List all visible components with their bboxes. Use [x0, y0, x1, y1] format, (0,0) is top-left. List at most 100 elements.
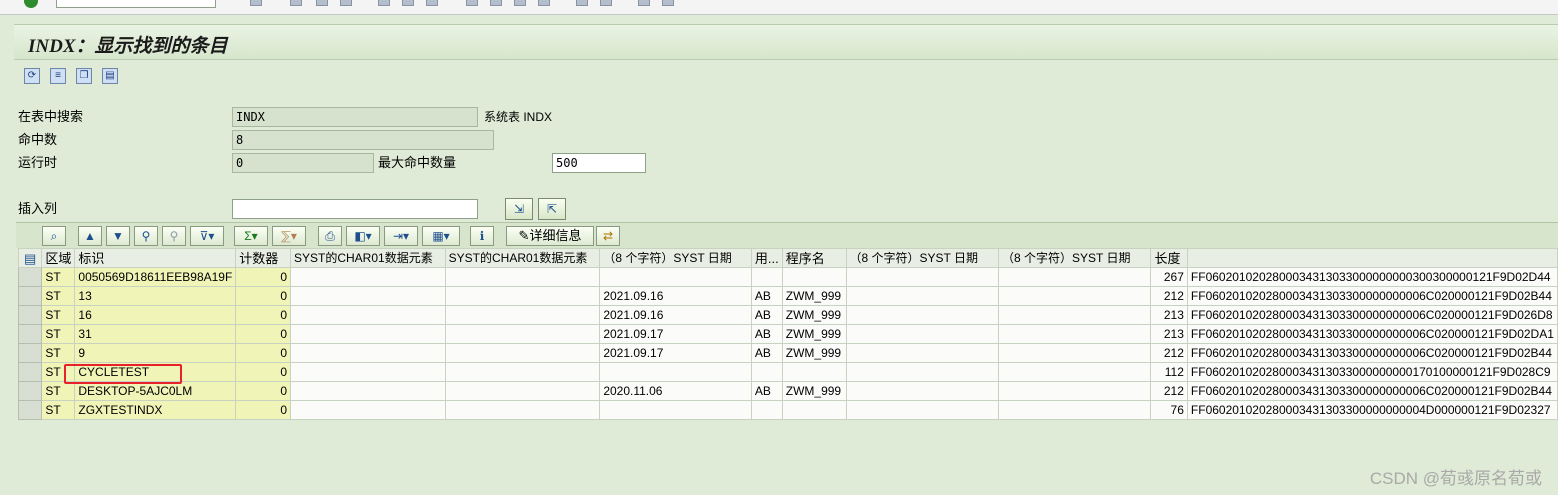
column-header[interactable]: 长度	[1150, 248, 1188, 268]
cell-length: 212	[1150, 343, 1188, 363]
cell-date: 2020.11.06	[599, 381, 752, 401]
cell-program	[781, 400, 847, 420]
row-selector[interactable]	[17, 343, 43, 363]
row-selector[interactable]	[17, 305, 43, 325]
cell-char01-a	[290, 267, 446, 287]
row-selector[interactable]	[17, 381, 43, 401]
prev-page-icon[interactable]	[490, 0, 502, 6]
cell-date-3	[997, 400, 1152, 420]
column-header[interactable]	[1186, 248, 1558, 268]
layout-icon[interactable]	[662, 0, 674, 6]
remove-column-button[interactable]: ⇱	[538, 198, 566, 220]
select-all-icon[interactable]: ▤	[17, 248, 43, 268]
cell-program: ZWM_999	[781, 381, 847, 401]
alv-toolbar: ⌕ ▲ ▼ ⚲ ⚲ ⊽▾ Σ▾ ⅀▾ ⎙ ◧▾ ⇥▾ ▦▾ ℹ ✎详细信息 ⇄	[16, 222, 1558, 248]
find-icon[interactable]	[402, 0, 414, 6]
cell-char01-b	[444, 324, 601, 344]
column-header[interactable]: 用...	[750, 248, 783, 268]
command-field[interactable]	[56, 0, 216, 8]
help-icon[interactable]	[638, 0, 650, 6]
subtotal-dropdown-icon[interactable]: ⅀▾	[272, 226, 306, 246]
cell-data: FF060201020280003431303300000000006C0200…	[1186, 324, 1558, 344]
print-icon[interactable]	[378, 0, 390, 6]
watermark: CSDN @荀彧原名荀或	[1369, 469, 1542, 488]
refresh-icon[interactable]: ⟳	[24, 68, 40, 84]
row-selector[interactable]	[17, 362, 43, 382]
cell-char01-b	[444, 362, 601, 382]
print-icon[interactable]: ⎙	[318, 226, 342, 246]
table-row[interactable]: ST 16 0 2021.09.16 AB ZWM_999 213 FF0602…	[17, 305, 1558, 325]
row-selector[interactable]	[17, 324, 43, 344]
cancel-icon[interactable]	[340, 0, 352, 6]
insert-column-input[interactable]	[232, 199, 478, 219]
export-dropdown-icon[interactable]: ⇥▾	[384, 226, 418, 246]
filter-icon[interactable]: ≡	[50, 68, 66, 84]
sort-ascending-icon[interactable]: ▲	[78, 226, 102, 246]
max-hits-input[interactable]: 500	[552, 153, 646, 173]
new-session-icon[interactable]	[576, 0, 588, 6]
table-row[interactable]: ST 9 0 2021.09.17 AB ZWM_999 212 FF06020…	[17, 343, 1558, 363]
cell-date: 2021.09.16	[599, 286, 752, 306]
row-selector[interactable]	[17, 286, 43, 306]
cell-user: AB	[750, 305, 783, 325]
cell-program	[781, 362, 847, 382]
find-next-icon[interactable]	[426, 0, 438, 6]
cell-date: 2021.09.17	[599, 343, 752, 363]
exit-icon[interactable]	[316, 0, 328, 6]
column-header[interactable]: SYST的CHAR01数据元素	[290, 248, 446, 268]
column-header[interactable]: SYST的CHAR01数据元素	[444, 248, 601, 268]
cell-user: AB	[750, 343, 783, 363]
table-row[interactable]: ST 0050569D18611EEB98A19F 0 267 FF060201…	[17, 267, 1558, 287]
table-row[interactable]: ST 13 0 2021.09.16 AB ZWM_999 212 FF0602…	[17, 286, 1558, 306]
table-row[interactable]: ST DESKTOP-5AJC0LM 0 2020.11.06 AB ZWM_9…	[17, 381, 1558, 401]
first-page-icon[interactable]	[466, 0, 478, 6]
filter-dropdown-icon[interactable]: ⊽▾	[190, 226, 224, 246]
info-icon[interactable]: ℹ	[470, 226, 494, 246]
table-row[interactable]: ST 31 0 2021.09.17 AB ZWM_999 213 FF0602…	[17, 324, 1558, 344]
cell-id: 9	[74, 343, 237, 363]
table-row[interactable]: ST CYCLETEST 0 112 FF0602010202800034313…	[17, 362, 1558, 382]
save-icon[interactable]	[250, 0, 262, 6]
column-header[interactable]: 区域	[41, 248, 76, 268]
cell-date-3	[997, 343, 1152, 363]
layout-dropdown-icon[interactable]: ▦▾	[422, 226, 460, 246]
back-icon[interactable]	[290, 0, 302, 6]
enter-icon[interactable]	[24, 0, 38, 8]
column-header[interactable]: 程序名	[781, 248, 847, 268]
column-header[interactable]: （8 个字符）SYST 日期	[997, 248, 1152, 268]
cell-date: 2021.09.17	[599, 324, 752, 344]
column-header[interactable]: （8 个字符）SYST 日期	[599, 248, 752, 268]
cell-char01-a	[290, 362, 446, 382]
next-page-icon[interactable]	[514, 0, 526, 6]
column-header[interactable]: 计数器	[235, 248, 291, 268]
cell-id: 31	[74, 324, 237, 344]
cell-id: 16	[74, 305, 237, 325]
cell-area: ST	[41, 400, 76, 420]
sum-dropdown-icon[interactable]: Σ▾	[234, 226, 268, 246]
column-header[interactable]: 标识	[74, 248, 237, 268]
cell-date-2	[845, 324, 999, 344]
find-icon[interactable]: ⚲	[134, 226, 158, 246]
cell-user: AB	[750, 286, 783, 306]
cell-char01-b	[444, 400, 601, 420]
details-button-label: 详细信息	[529, 228, 582, 243]
shortcut-icon[interactable]	[600, 0, 612, 6]
views-dropdown-icon[interactable]: ◧▾	[346, 226, 380, 246]
row-selector[interactable]	[17, 267, 43, 287]
where-used-icon[interactable]: ⇄	[596, 226, 620, 246]
find-next-icon[interactable]: ⚲	[162, 226, 186, 246]
column-header[interactable]: （8 个字符）SYST 日期	[845, 248, 999, 268]
insert-column-button[interactable]: ⇲	[505, 198, 533, 220]
row-selector[interactable]	[17, 400, 43, 420]
cell-data: FF060201020280003431303300000000006C0200…	[1186, 305, 1558, 325]
details-view-icon[interactable]: ⌕	[42, 226, 66, 246]
last-page-icon[interactable]	[538, 0, 550, 6]
cell-counter: 0	[235, 381, 291, 401]
copy-icon[interactable]: ❐	[76, 68, 92, 84]
sort-descending-icon[interactable]: ▼	[106, 226, 130, 246]
document-icon[interactable]: ▤	[102, 68, 118, 84]
cell-char01-a	[290, 286, 446, 306]
cell-date-2	[845, 381, 999, 401]
details-button[interactable]: ✎详细信息	[506, 226, 594, 246]
table-row[interactable]: ST ZGXTESTINDX 0 76 FF060201020280003431…	[17, 400, 1558, 420]
